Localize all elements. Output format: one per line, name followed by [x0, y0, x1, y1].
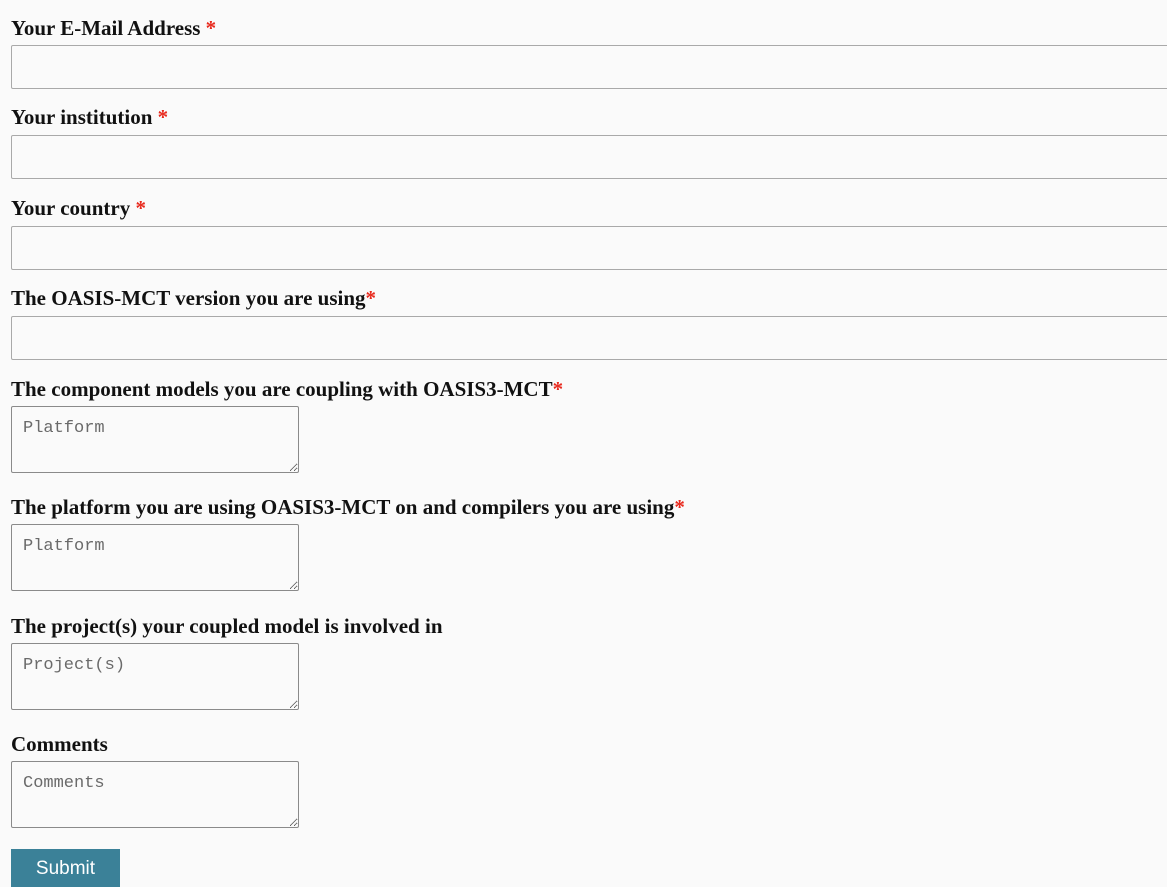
submit-button[interactable]: Submit [11, 849, 120, 887]
email-field[interactable] [11, 45, 1167, 89]
oasis-version-field[interactable] [11, 316, 1167, 360]
comments-label: Comments [11, 731, 108, 757]
required-marker: * [152, 105, 169, 129]
required-marker: * [552, 377, 564, 401]
projects-textarea[interactable] [11, 643, 299, 710]
platform-textarea[interactable] [11, 524, 299, 591]
component-models-label-text: The component models you are coupling wi… [11, 377, 553, 401]
required-marker: * [365, 286, 377, 310]
country-label: Your country * [11, 195, 146, 221]
projects-label-text: The project(s) your coupled model is inv… [11, 614, 443, 638]
institution-field[interactable] [11, 135, 1167, 179]
oasis-version-label-text: The OASIS-MCT version you are using [11, 286, 366, 310]
country-label-text: Your country [11, 196, 131, 220]
institution-label: Your institution * [11, 104, 168, 130]
required-marker: * [674, 495, 685, 519]
oasis-version-label: The OASIS-MCT version you are using* [11, 285, 376, 311]
component-models-label: The component models you are coupling wi… [11, 376, 563, 402]
component-models-textarea[interactable] [11, 406, 299, 473]
platform-label: The platform you are using OASIS3-MCT on… [11, 494, 685, 520]
projects-label: The project(s) your coupled model is inv… [11, 613, 443, 639]
country-field[interactable] [11, 226, 1167, 270]
platform-label-text: The platform you are using OASIS3-MCT on… [11, 495, 675, 519]
comments-textarea[interactable] [11, 761, 299, 828]
email-label: Your E-Mail Address * [11, 15, 216, 41]
email-label-text: Your E-Mail Address [11, 16, 201, 40]
comments-label-text: Comments [11, 732, 108, 756]
required-marker: * [200, 16, 217, 40]
institution-label-text: Your institution [11, 105, 153, 129]
required-marker: * [130, 196, 146, 220]
